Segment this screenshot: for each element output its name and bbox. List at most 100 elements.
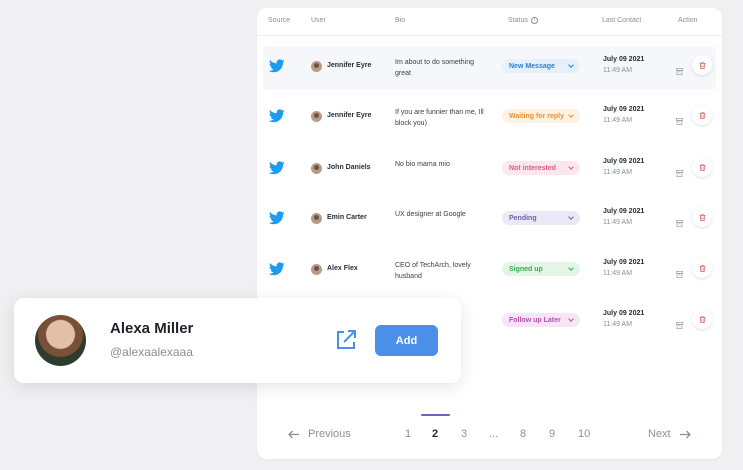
header-user: User (311, 17, 326, 24)
archive-icon[interactable] (676, 214, 683, 227)
info-icon[interactable]: i (530, 17, 538, 24)
table-row[interactable]: Jennifer Eyre If you are funnier than me,… (263, 96, 716, 140)
last-contact-date: July 09 2021 (603, 310, 645, 317)
user-bio: If you are funnier than me, Ill block yo… (395, 109, 484, 127)
last-contact-time: 11:49 AM (603, 67, 633, 74)
header-action: Action (678, 17, 698, 24)
page-10[interactable]: 10 (578, 428, 590, 440)
twitter-icon (268, 211, 285, 225)
delete-button[interactable] (692, 207, 712, 227)
archive-icon[interactable] (676, 316, 683, 329)
last-contact-date: July 09 2021 (603, 106, 645, 113)
last-contact-time: 11:49 AM (603, 117, 633, 124)
last-contact-date: July 09 2021 (603, 56, 645, 63)
header-bio: Bio (395, 17, 406, 24)
status-dropdown[interactable]: Signed up (502, 262, 580, 276)
header-status-label: Status (508, 17, 528, 24)
user-avatar (311, 111, 322, 122)
status-dropdown[interactable]: Not interested (502, 161, 580, 175)
status-dropdown[interactable]: Waiting for reply (502, 109, 580, 123)
table-row[interactable]: Emin Carter UX designer at Google Pending J… (263, 198, 716, 242)
user-avatar (311, 213, 322, 224)
last-contact-date: July 09 2021 (603, 158, 645, 165)
contacts-table-card: Source User Bio Status i Last Contact Ac… (257, 8, 722, 459)
user-name[interactable]: Jennifer Eyre (327, 62, 371, 69)
user-avatar (311, 163, 322, 174)
pagination: Previous 1 2 3 ... 8 9 10 Next (257, 414, 722, 448)
next-label: Next (648, 428, 671, 440)
last-contact-time: 11:49 AM (603, 219, 633, 226)
trash-icon (699, 315, 706, 323)
status-dropdown[interactable]: Follow up Later (502, 313, 580, 327)
last-contact-time: 11:49 AM (603, 270, 633, 277)
chevron-down-icon (568, 164, 574, 170)
trash-icon (699, 213, 706, 221)
trash-icon (699, 111, 706, 119)
delete-button[interactable] (692, 258, 712, 278)
last-contact-time: 11:49 AM (603, 169, 633, 176)
archive-icon[interactable] (676, 265, 683, 278)
last-contact-date: July 09 2021 (603, 259, 645, 266)
status-label: Follow up Later (509, 316, 561, 324)
profile-handle: @alexaalexaaa (110, 345, 193, 359)
table-row[interactable]: Alex Flex CEO of TechArch, lovely husband… (263, 249, 716, 293)
delete-button[interactable] (692, 105, 712, 125)
chevron-down-icon (568, 265, 574, 271)
user-name[interactable]: Jennifer Eyre (327, 112, 371, 119)
trash-icon (699, 61, 706, 69)
user-name[interactable]: Alex Flex (327, 265, 358, 272)
chevron-down-icon (568, 62, 574, 68)
previous-label: Previous (308, 428, 351, 440)
last-contact-time: 11:49 AM (603, 321, 633, 328)
trash-icon (699, 264, 706, 272)
arrow-left-icon (288, 430, 299, 438)
user-name[interactable]: John Daniels (327, 164, 371, 171)
archive-icon[interactable] (676, 62, 683, 75)
status-dropdown[interactable]: New Message (502, 59, 580, 73)
status-label: New Message (509, 62, 555, 70)
header-source: Source (268, 17, 291, 24)
header-status: Status i (508, 17, 538, 24)
last-contact-date: July 09 2021 (603, 208, 645, 215)
next-button[interactable]: Next (648, 428, 691, 440)
twitter-icon (268, 262, 285, 276)
archive-icon[interactable] (676, 164, 683, 177)
page-8[interactable]: 8 (520, 428, 526, 440)
twitter-icon (268, 109, 285, 123)
chevron-down-icon (568, 316, 574, 322)
user-bio: No bio mama mio (395, 161, 450, 168)
external-link-icon[interactable] (334, 328, 358, 352)
table-row[interactable]: John Daniels No bio mama mio Not intereste… (263, 148, 716, 192)
delete-button[interactable] (692, 157, 712, 177)
status-dropdown[interactable]: Pending (502, 211, 580, 225)
table-row[interactable]: Jennifer Eyre Im about to do something gr… (263, 46, 716, 90)
page-1[interactable]: 1 (405, 428, 411, 440)
user-bio: UX designer at Google (395, 211, 466, 218)
user-bio: CEO of TechArch, lovely husband (395, 262, 471, 280)
delete-button[interactable] (692, 55, 712, 75)
chevron-down-icon (568, 112, 574, 118)
active-page-indicator (421, 414, 450, 416)
twitter-icon (268, 161, 285, 175)
user-name[interactable]: Emin Carter (327, 214, 367, 221)
status-label: Waiting for reply (509, 112, 564, 120)
previous-button[interactable]: Previous (288, 428, 351, 440)
profile-name: Alexa Miller (110, 320, 194, 337)
user-avatar (311, 61, 322, 72)
user-bio: Im about to do something great (395, 59, 474, 77)
delete-button[interactable] (692, 309, 712, 329)
arrow-right-icon (679, 430, 691, 438)
user-avatar (311, 264, 322, 275)
archive-icon[interactable] (676, 112, 683, 125)
add-button[interactable]: Add (375, 325, 438, 356)
trash-icon (699, 163, 706, 171)
page-2[interactable]: 2 (432, 428, 438, 440)
status-label: Signed up (509, 265, 543, 273)
page-9[interactable]: 9 (549, 428, 555, 440)
page-3[interactable]: 3 (461, 428, 467, 440)
table-header: Source User Bio Status i Last Contact Ac… (257, 8, 722, 36)
profile-card: Alexa Miller @alexaalexaaa Add (14, 298, 461, 383)
chevron-down-icon (568, 214, 574, 220)
page-ellipsis: ... (489, 428, 499, 440)
twitter-icon (268, 59, 285, 73)
